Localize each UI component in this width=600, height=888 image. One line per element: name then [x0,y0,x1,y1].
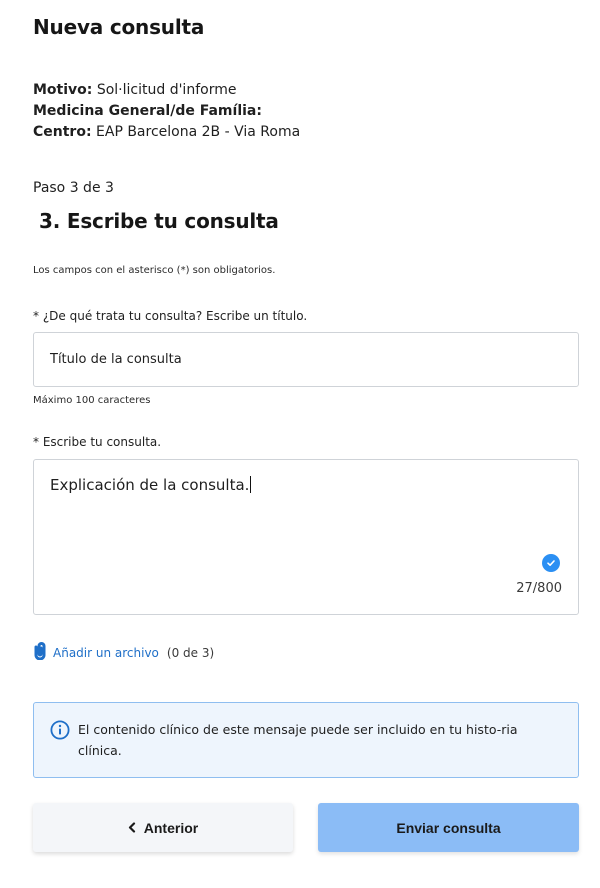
page-title: Nueva consulta [33,15,205,39]
consultation-textarea[interactable]: Explicación de la consulta. 27/800 [33,459,579,615]
title-input[interactable]: Título de la consulta [33,332,579,387]
specialty-label: Medicina General/de Família: [33,103,262,119]
attachment-count: (0 de 3) [166,645,215,660]
title-input-value: Título de la consulta [50,352,182,367]
add-file-link[interactable]: Añadir un archivo [53,646,159,660]
meta-centro: Centro: EAP Barcelona 2B - Via Roma [33,122,300,143]
motivo-value: Sol·licitud d'informe [96,82,237,98]
character-counter: 27/800 [516,581,562,596]
textarea-value: Explicación de la consulta. [50,476,250,494]
body-field-label: * Escribe tu consulta. [33,435,162,449]
info-text: El contenido clínico de este mensaje pue… [78,722,518,758]
attachment-row: Añadir un archivo (0 de 3) [33,642,214,663]
send-button-label: Enviar consulta [396,819,501,836]
clinical-info-notice: El contenido clínico de este mensaje pue… [33,702,579,778]
meta-specialty: Medicina General/de Família: [33,101,300,122]
check-circle-icon [542,554,560,572]
send-consultation-button[interactable]: Enviar consulta [318,803,579,852]
motivo-label: Motivo: [33,82,93,98]
required-fields-note: Los campos con el asterisco (*) son obli… [33,265,276,276]
info-icon [50,720,70,740]
previous-button-label: Anterior [143,819,199,836]
consultation-meta: Motivo: Sol·licitud d'informe Medicina G… [33,80,300,143]
paperclip-icon [33,642,47,663]
text-caret [250,476,252,493]
step-title: 3. Escribe tu consulta [39,209,279,233]
previous-button[interactable]: Anterior [33,803,293,852]
centro-value: EAP Barcelona 2B - Via Roma [96,124,301,140]
title-field-label: * ¿De qué trata tu consulta? Escribe un … [33,309,308,323]
meta-motivo: Motivo: Sol·licitud d'informe [33,80,300,101]
chevron-left-icon [128,820,136,836]
new-consultation-page: Nueva consulta Motivo: Sol·licitud d'inf… [0,0,600,888]
centro-label: Centro: [33,124,92,140]
step-indicator: Paso 3 de 3 [33,180,114,196]
title-helper-text: Máximo 100 caracteres [33,395,151,406]
